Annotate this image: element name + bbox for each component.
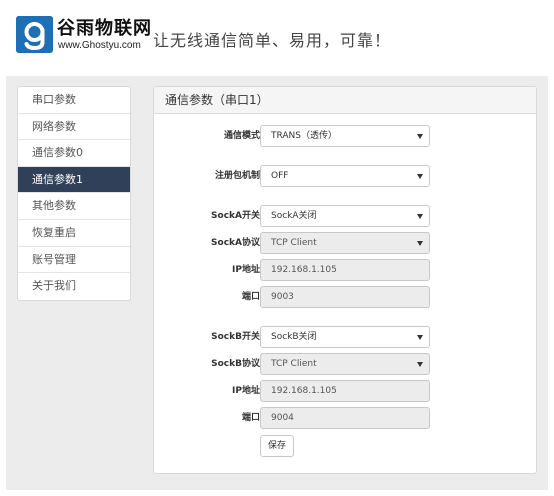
socka-port-label: 端口 xyxy=(241,292,260,302)
brand-name: 谷雨物联网 xyxy=(57,18,152,39)
row-sockb-protocol: SockB协议 TCP Client xyxy=(154,353,538,375)
sockb-protocol-label: SockB协议 xyxy=(211,359,260,369)
sockb-port-input[interactable]: 9004 xyxy=(260,407,430,429)
header: 谷雨物联网 www.Ghostyu.com 让无线通信简单、易用，可靠！ xyxy=(0,0,554,76)
sidebar-item-account-management[interactable]: 账号管理 xyxy=(18,247,130,274)
comm-mode-select[interactable]: TRANS（透传） xyxy=(260,125,430,147)
chevron-down-icon xyxy=(417,335,423,340)
row-socka-protocol: SockA协议 TCP Client xyxy=(154,232,538,254)
sockb-port-label: 端口 xyxy=(241,413,260,423)
sockb-switch-value: SockB关闭 xyxy=(271,332,317,342)
sidebar-item-about-us[interactable]: 关于我们 xyxy=(18,273,130,300)
socka-protocol-label: SockA协议 xyxy=(211,238,260,248)
row-sockb-port: 端口 9004 xyxy=(154,407,538,429)
sidebar-item-network-params[interactable]: 网络参数 xyxy=(18,114,130,141)
brand-url: www.Ghostyu.com xyxy=(58,40,141,51)
socka-port-input[interactable]: 9003 xyxy=(260,286,430,308)
row-sockb-ip: IP地址 192.168.1.105 xyxy=(154,380,538,402)
sidebar-item-comm-params-0[interactable]: 通信参数0 xyxy=(18,140,130,167)
sockb-ip-label: IP地址 xyxy=(232,386,260,396)
chevron-down-icon xyxy=(417,362,423,367)
sockb-ip-input[interactable]: 192.168.1.105 xyxy=(260,380,430,402)
settings-panel: 通信参数（串口1） 通信模式 TRANS（透传） 注册包机制 OFF SockA… xyxy=(153,86,537,474)
chevron-down-icon xyxy=(417,214,423,219)
row-register-pkg: 注册包机制 OFF xyxy=(154,165,538,187)
socka-ip-input[interactable]: 192.168.1.105 xyxy=(260,259,430,281)
socka-switch-value: SockA关闭 xyxy=(271,211,317,221)
sockb-switch-label: SockB开关 xyxy=(211,332,260,342)
chevron-down-icon xyxy=(417,134,423,139)
logo-icon xyxy=(16,16,53,53)
chevron-down-icon xyxy=(417,241,423,246)
sidebar-item-comm-params-1[interactable]: 通信参数1 xyxy=(18,166,130,194)
sidebar-item-serial-params[interactable]: 串口参数 xyxy=(18,87,130,114)
panel-title: 通信参数（串口1） xyxy=(154,87,536,114)
sockb-switch-select[interactable]: SockB关闭 xyxy=(260,326,430,348)
row-socka-port: 端口 9003 xyxy=(154,286,538,308)
sidebar-item-other-params[interactable]: 其他参数 xyxy=(18,193,130,220)
socka-protocol-value: TCP Client xyxy=(271,238,317,248)
register-pkg-select[interactable]: OFF xyxy=(260,165,430,187)
register-pkg-label: 注册包机制 xyxy=(214,171,260,181)
row-comm-mode: 通信模式 TRANS（透传） xyxy=(154,125,538,147)
comm-mode-label: 通信模式 xyxy=(223,131,260,141)
slogan: 让无线通信简单、易用，可靠！ xyxy=(153,31,392,50)
comm-mode-value: TRANS（透传） xyxy=(271,131,337,141)
row-socka-ip: IP地址 192.168.1.105 xyxy=(154,259,538,281)
sidebar-item-restore-restart[interactable]: 恢复重启 xyxy=(18,220,130,247)
sockb-protocol-select[interactable]: TCP Client xyxy=(260,353,430,375)
register-pkg-value: OFF xyxy=(271,171,289,181)
sockb-protocol-value: TCP Client xyxy=(271,359,317,369)
save-button[interactable]: 保存 xyxy=(260,435,294,457)
socka-ip-label: IP地址 xyxy=(232,265,260,275)
row-socka-switch: SockA开关 SockA关闭 xyxy=(154,205,538,227)
sidebar-nav: 串口参数 网络参数 通信参数0 通信参数1 其他参数 恢复重启 账号管理 关于我… xyxy=(17,86,131,301)
row-sockb-switch: SockB开关 SockB关闭 xyxy=(154,326,538,348)
chevron-down-icon xyxy=(417,174,423,179)
socka-switch-select[interactable]: SockA关闭 xyxy=(260,205,430,227)
socka-switch-label: SockA开关 xyxy=(211,211,260,221)
socka-protocol-select[interactable]: TCP Client xyxy=(260,232,430,254)
